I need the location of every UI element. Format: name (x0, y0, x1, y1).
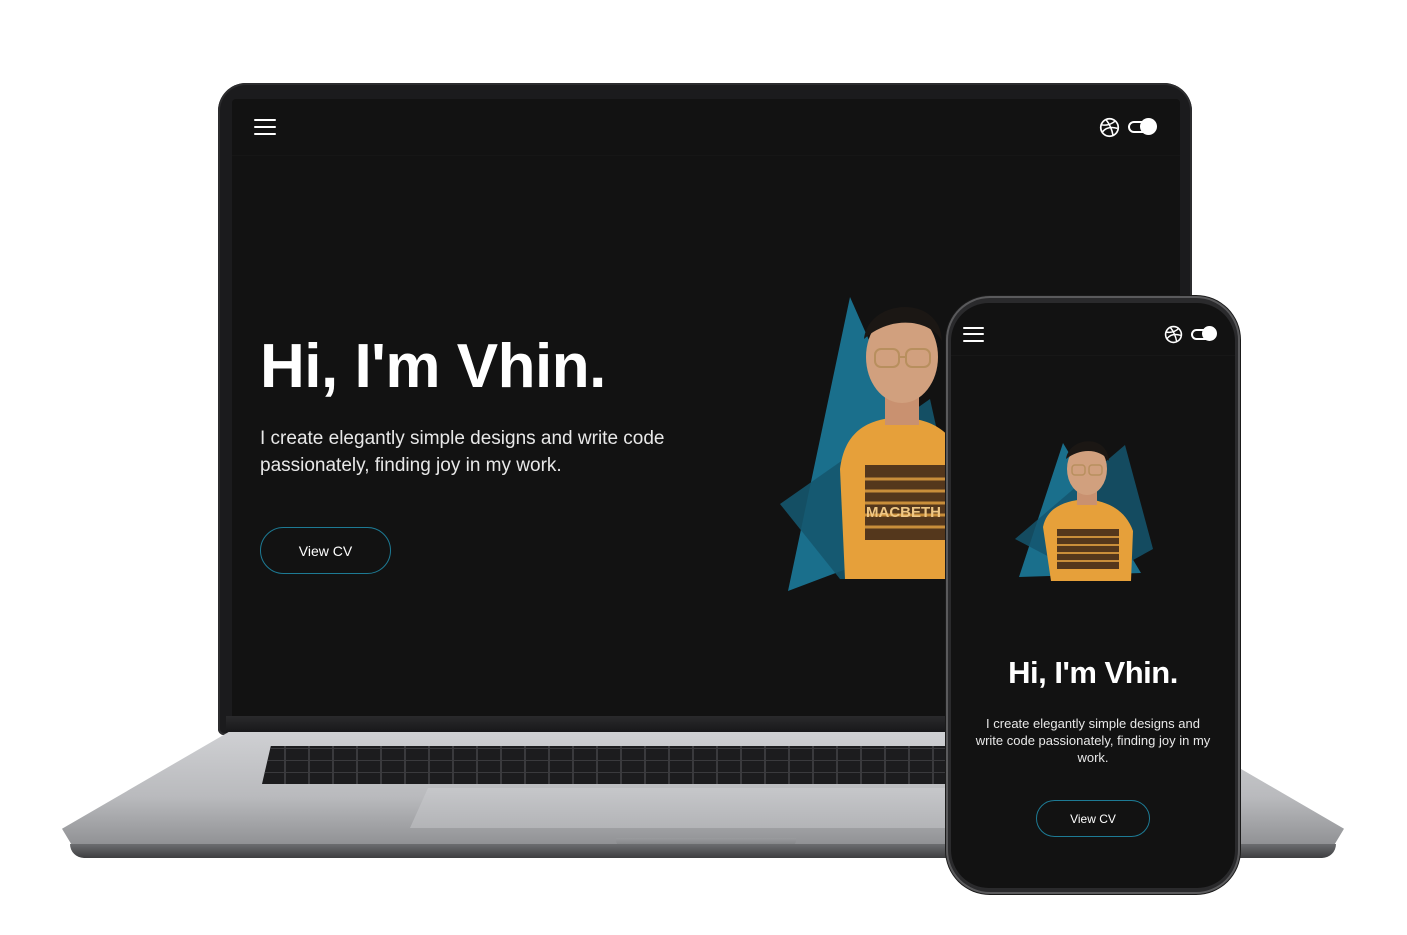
nav-actions (1164, 325, 1217, 344)
laptop-trackpad (410, 788, 1010, 828)
hero-subtitle: I create elegantly simple designs and wr… (975, 716, 1211, 765)
phone-navbar (951, 313, 1235, 356)
device-mockup: Hi, I'm Vhin. I create elegantly simple … (0, 0, 1407, 935)
hamburger-menu-icon[interactable] (254, 119, 276, 135)
hamburger-menu-icon[interactable] (963, 326, 984, 342)
theme-toggle[interactable] (1128, 117, 1158, 137)
view-cv-button[interactable]: View CV (1036, 800, 1150, 837)
laptop-navbar (232, 99, 1180, 156)
shirt-print: MACBETH (866, 504, 941, 521)
view-cv-button[interactable]: View CV (260, 527, 391, 574)
dribbble-icon[interactable] (1164, 325, 1183, 344)
phone-screen: Hi, I'm Vhin. I create elegantly simple … (951, 303, 1235, 888)
hero-title: Hi, I'm Vhin. (1008, 655, 1178, 690)
hero-title: Hi, I'm Vhin. (260, 332, 606, 401)
dribbble-icon[interactable] (1099, 117, 1120, 138)
hero-subtitle: I create elegantly simple designs and wr… (260, 428, 665, 476)
theme-toggle[interactable] (1191, 325, 1217, 343)
hero-portrait (1015, 441, 1153, 581)
nav-actions (1099, 117, 1158, 138)
